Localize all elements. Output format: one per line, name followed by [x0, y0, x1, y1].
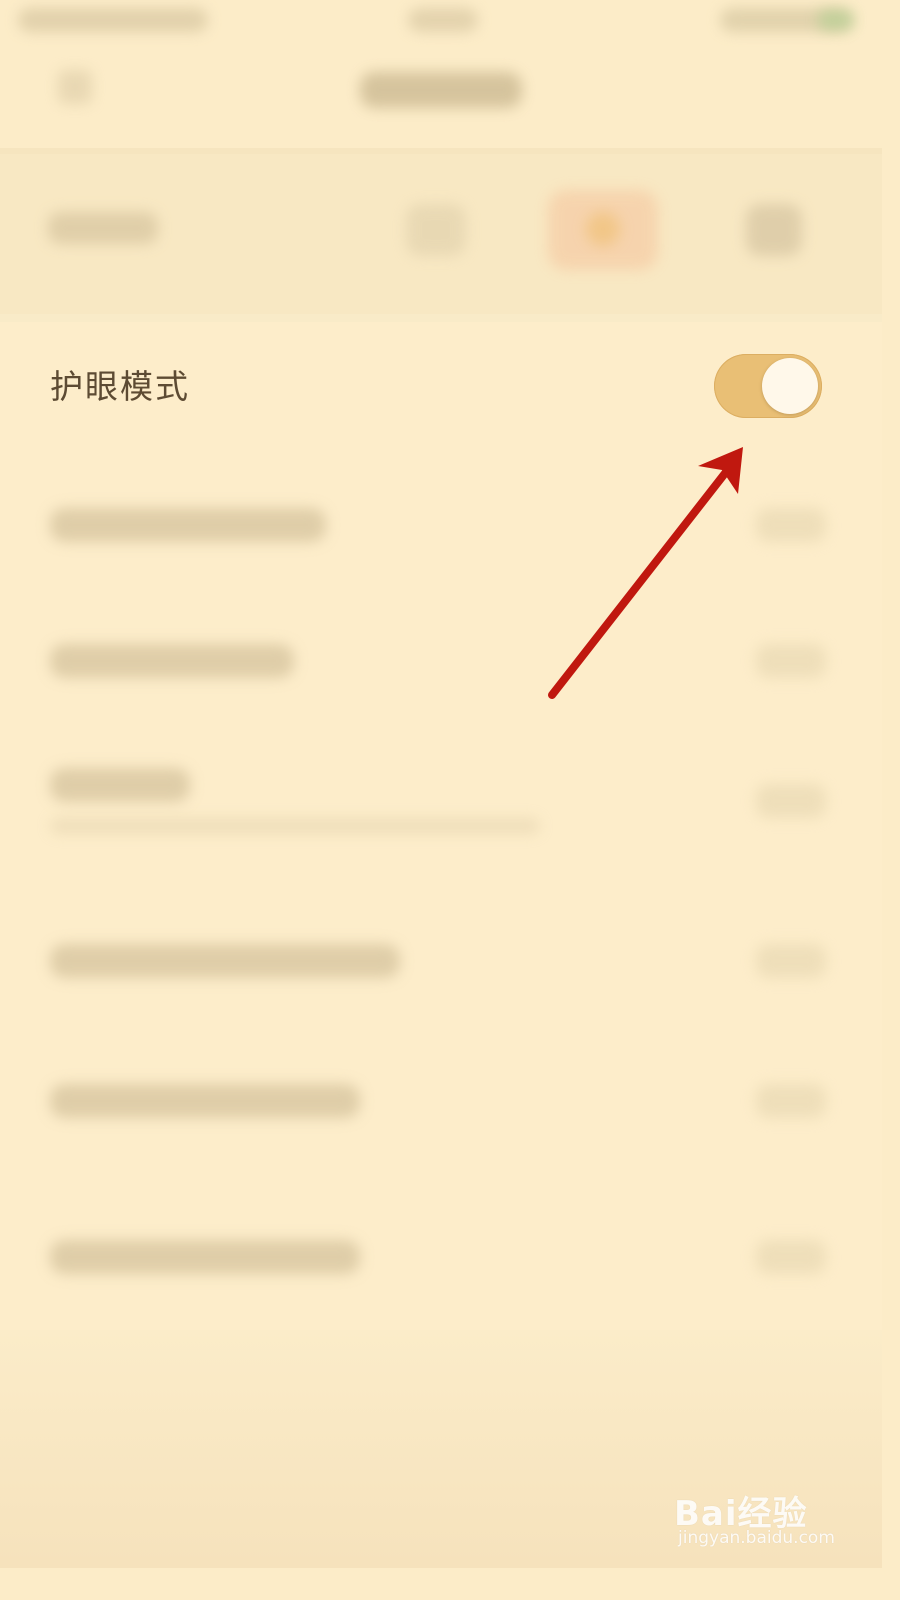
annotation-arrow — [548, 447, 743, 699]
baidu-jingyan-watermark: Bai经验 jingyan.baidu.com — [674, 1472, 844, 1552]
watermark-url: jingyan.baidu.com — [678, 1528, 835, 1548]
arrow-head — [698, 447, 743, 494]
arrow-shaft — [548, 468, 730, 699]
